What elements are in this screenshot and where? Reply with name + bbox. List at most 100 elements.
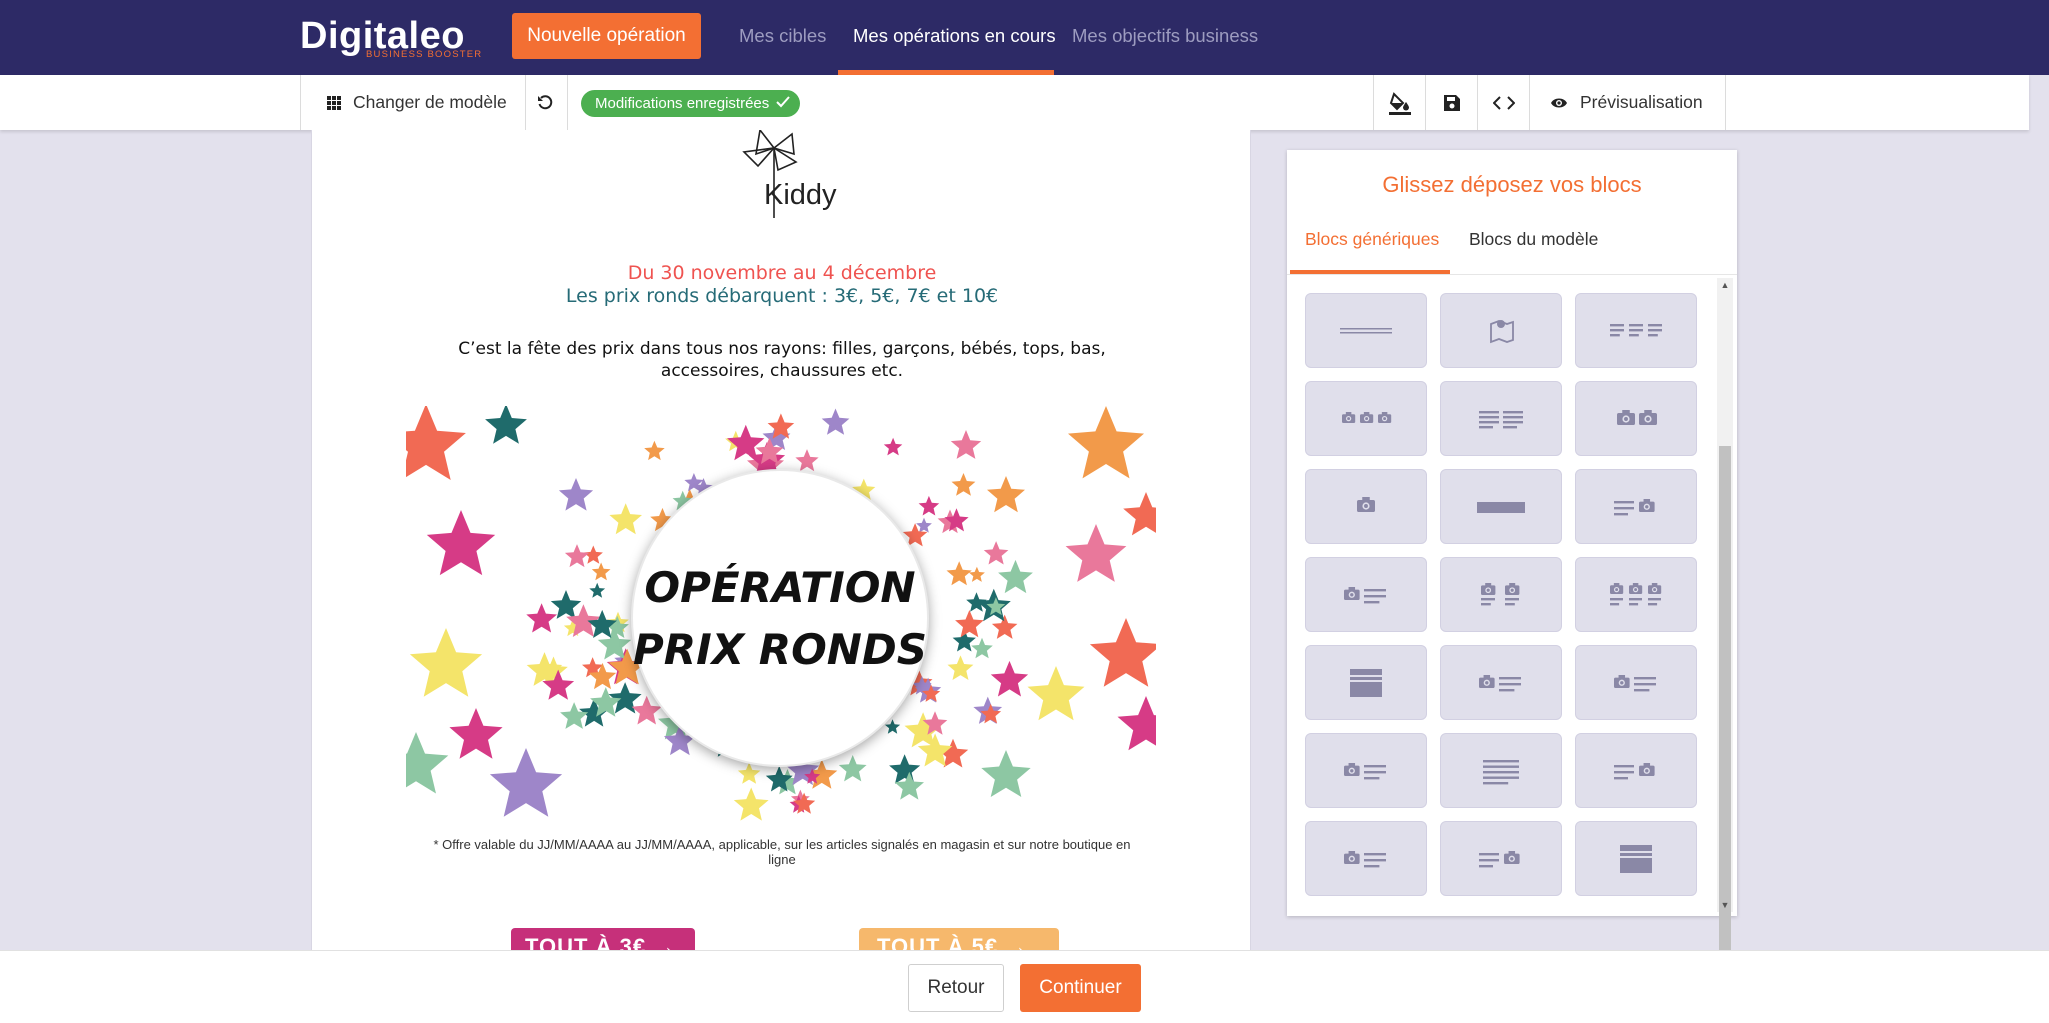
nav-link-business-goals[interactable]: Mes objectifs business <box>1072 0 1258 75</box>
decorative-star <box>883 437 903 456</box>
banner-line-1: OPÉRATION <box>644 562 915 612</box>
continue-button[interactable]: Continuer <box>1020 964 1141 1012</box>
block-tile[interactable] <box>1440 293 1562 368</box>
decorative-star <box>990 660 1029 697</box>
block-tile[interactable] <box>1305 381 1427 456</box>
blocks-scrollbar[interactable] <box>1717 278 1733 974</box>
three-images-block-icon <box>1334 402 1398 436</box>
decorative-star <box>795 449 819 472</box>
block-tile[interactable] <box>1575 293 1697 368</box>
decorative-star <box>737 762 761 784</box>
decorative-star <box>526 603 557 633</box>
tab-template-blocks[interactable]: Blocs du modèle <box>1469 226 1598 266</box>
decorative-star <box>987 476 1025 513</box>
block-tile[interactable] <box>1575 733 1697 808</box>
decorative-star <box>589 582 606 598</box>
decorative-star <box>1089 618 1156 687</box>
block-tile[interactable] <box>1575 381 1697 456</box>
decorative-star <box>983 541 1009 565</box>
cta-button-3-euros[interactable]: TOUT À 3€ → <box>511 928 695 950</box>
undo-icon <box>537 94 553 111</box>
email-canvas[interactable]: Kiddy Du 30 novembre au 4 décembre Les p… <box>311 130 1251 950</box>
editor-toolbar: Changer de modèle Modifications enregist… <box>0 75 2029 130</box>
block-tile[interactable] <box>1305 733 1427 808</box>
grid-icon <box>327 95 341 110</box>
block-tile[interactable] <box>1440 381 1562 456</box>
eye-icon <box>1550 97 1568 109</box>
block-tile[interactable] <box>1305 821 1427 896</box>
decorative-star <box>946 561 972 586</box>
decorative-star <box>947 655 974 680</box>
block-tile[interactable] <box>1305 293 1427 368</box>
two-columns-text-block-icon <box>1469 402 1533 436</box>
change-template-label: Changer de modèle <box>353 92 507 112</box>
top-navbar: Digitaleo BUSINESS BOOSTER Nouvelle opér… <box>0 0 2049 75</box>
text-image-block-icon <box>1604 490 1668 524</box>
scroll-down-arrow-icon[interactable]: ▼ <box>1717 898 1733 912</box>
two-images-block-icon <box>1604 402 1668 436</box>
block-tile[interactable] <box>1575 645 1697 720</box>
digitaleo-logo[interactable]: Digitaleo BUSINESS BOOSTER <box>300 16 490 60</box>
block-tile[interactable] <box>1440 557 1562 632</box>
image-text-block-icon <box>1469 666 1533 700</box>
block-tile[interactable] <box>1575 469 1697 544</box>
decorative-star <box>916 517 932 533</box>
map-block-icon <box>1469 314 1533 348</box>
scroll-up-arrow-icon[interactable]: ▲ <box>1717 278 1733 292</box>
image-text-block-icon <box>1334 842 1398 876</box>
bottom-action-bar: Retour Continuer <box>0 950 2049 1023</box>
background-color-button[interactable] <box>1374 75 1425 130</box>
text-image-block-icon <box>1604 754 1668 788</box>
scrollbar-thumb[interactable] <box>1719 446 1731 974</box>
block-tile[interactable] <box>1305 645 1427 720</box>
blocks-panel: Glissez déposez vos blocs Blocs génériqu… <box>1287 150 1737 974</box>
image-text-block-icon <box>1334 754 1398 788</box>
text-table-block-icon <box>1469 754 1533 788</box>
blocks-grid <box>1305 293 1705 906</box>
block-tile[interactable] <box>1575 821 1697 896</box>
check-icon <box>776 90 791 117</box>
image-block-icon <box>1334 490 1398 524</box>
tab-generic-blocks[interactable]: Blocs génériques <box>1305 226 1439 266</box>
cta-button-5-euros[interactable]: TOUT À 5€ → <box>859 928 1059 950</box>
decorative-star <box>489 748 563 817</box>
decorative-star <box>426 510 496 576</box>
nav-link-targets[interactable]: Mes cibles <box>739 0 826 75</box>
code-view-button[interactable] <box>1478 75 1529 130</box>
decorative-star <box>955 610 984 638</box>
decorative-star <box>406 732 449 794</box>
block-tile[interactable] <box>1575 557 1697 632</box>
block-tile[interactable] <box>1305 557 1427 632</box>
toolbar-divider <box>1529 75 1530 130</box>
two-image-cards-block-icon <box>1469 578 1533 612</box>
decorative-star <box>889 754 921 784</box>
saved-status-label: Modifications enregistrées <box>595 95 770 112</box>
decorative-star <box>644 440 665 461</box>
toolbar-divider <box>525 75 526 130</box>
panel-title: Glissez déposez vos blocs <box>1382 172 1642 197</box>
block-tile[interactable] <box>1305 469 1427 544</box>
decorative-star <box>1123 492 1156 536</box>
decorative-star <box>449 708 503 759</box>
decorative-star <box>968 566 985 582</box>
decorative-star <box>1065 524 1127 582</box>
back-button[interactable]: Retour <box>908 964 1004 1012</box>
decorative-star <box>564 544 590 568</box>
decorative-star <box>485 406 527 444</box>
toolbar-divider <box>300 75 301 130</box>
decorative-star <box>838 755 867 782</box>
kiddy-brand-text: Kiddy <box>764 179 837 211</box>
block-tile[interactable] <box>1440 733 1562 808</box>
save-button[interactable] <box>1426 75 1477 130</box>
preview-button[interactable]: Prévisualisation <box>1550 75 1703 130</box>
block-tile[interactable] <box>1440 645 1562 720</box>
block-tile[interactable] <box>1440 469 1562 544</box>
new-operation-button[interactable]: Nouvelle opération <box>512 13 701 59</box>
block-tile[interactable] <box>1440 821 1562 896</box>
nav-link-current-operations[interactable]: Mes opérations en cours <box>853 0 1056 75</box>
divider-block-icon <box>1334 314 1398 348</box>
undo-button[interactable] <box>537 75 553 130</box>
decorative-star <box>609 503 642 535</box>
change-template-button[interactable]: Changer de modèle <box>327 75 507 130</box>
decorative-star <box>981 750 1031 797</box>
